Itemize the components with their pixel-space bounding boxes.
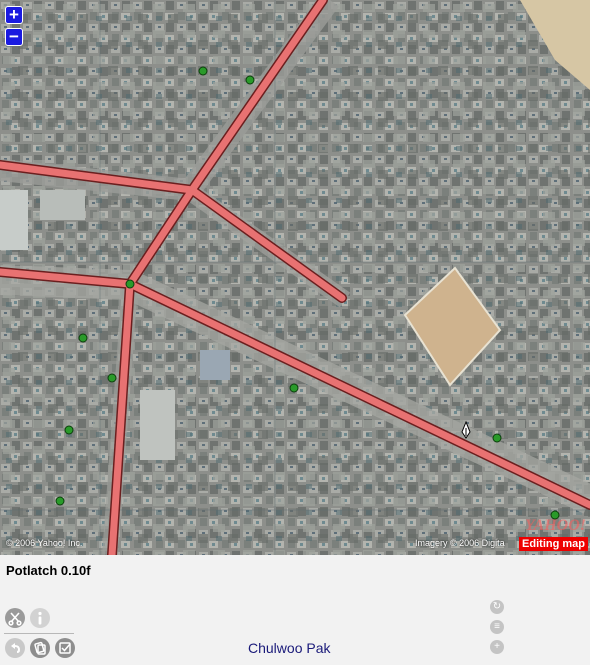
add-icon[interactable]: +: [490, 640, 504, 654]
map-canvas[interactable]: + − © 2006 Yahoo! Inc. Imagery © 2006 Di…: [0, 0, 590, 555]
scissors-icon[interactable]: [5, 608, 25, 628]
zoom-in-button[interactable]: +: [5, 6, 23, 24]
refresh-icon[interactable]: ↻: [490, 600, 504, 614]
undo-icon[interactable]: [5, 638, 25, 658]
user-name: Chulwoo Pak: [248, 640, 331, 656]
poi-node: [289, 383, 299, 393]
tick-icon[interactable]: [55, 638, 75, 658]
poi-node: [107, 373, 117, 383]
pen-cursor-icon: [461, 420, 471, 439]
way-road-south: [108, 280, 134, 555]
yahoo-copyright: © 2006 Yahoo! Inc.: [6, 538, 83, 548]
poi-node: [198, 66, 208, 76]
copy-icon[interactable]: [30, 638, 50, 658]
poi-node: [55, 496, 65, 506]
poi-node: [125, 279, 135, 289]
imagery-copyright: Imagery © 2006 Digita: [415, 538, 505, 548]
poi-node: [64, 425, 74, 435]
editor-panel: Potlatch 0.10f Chulwoo Pak ↻ ≡ +: [0, 555, 590, 665]
poi-node: [492, 433, 502, 443]
toolbar-divider: [4, 633, 74, 634]
editing-map-badge: Editing map: [519, 537, 588, 551]
poi-node: [245, 75, 255, 85]
way-road-north: [0, 0, 327, 194]
poi-node: [78, 333, 88, 343]
yahoo-logo: YAHOO!: [524, 517, 586, 534]
tags-icon[interactable]: ≡: [490, 620, 504, 634]
zoom-out-button[interactable]: −: [5, 28, 23, 46]
way-road-east: [188, 186, 346, 302]
ways-layer: [0, 0, 590, 555]
way-road-link: [126, 186, 196, 288]
app-title: Potlatch 0.10f: [6, 563, 91, 578]
info-icon[interactable]: [30, 608, 50, 628]
